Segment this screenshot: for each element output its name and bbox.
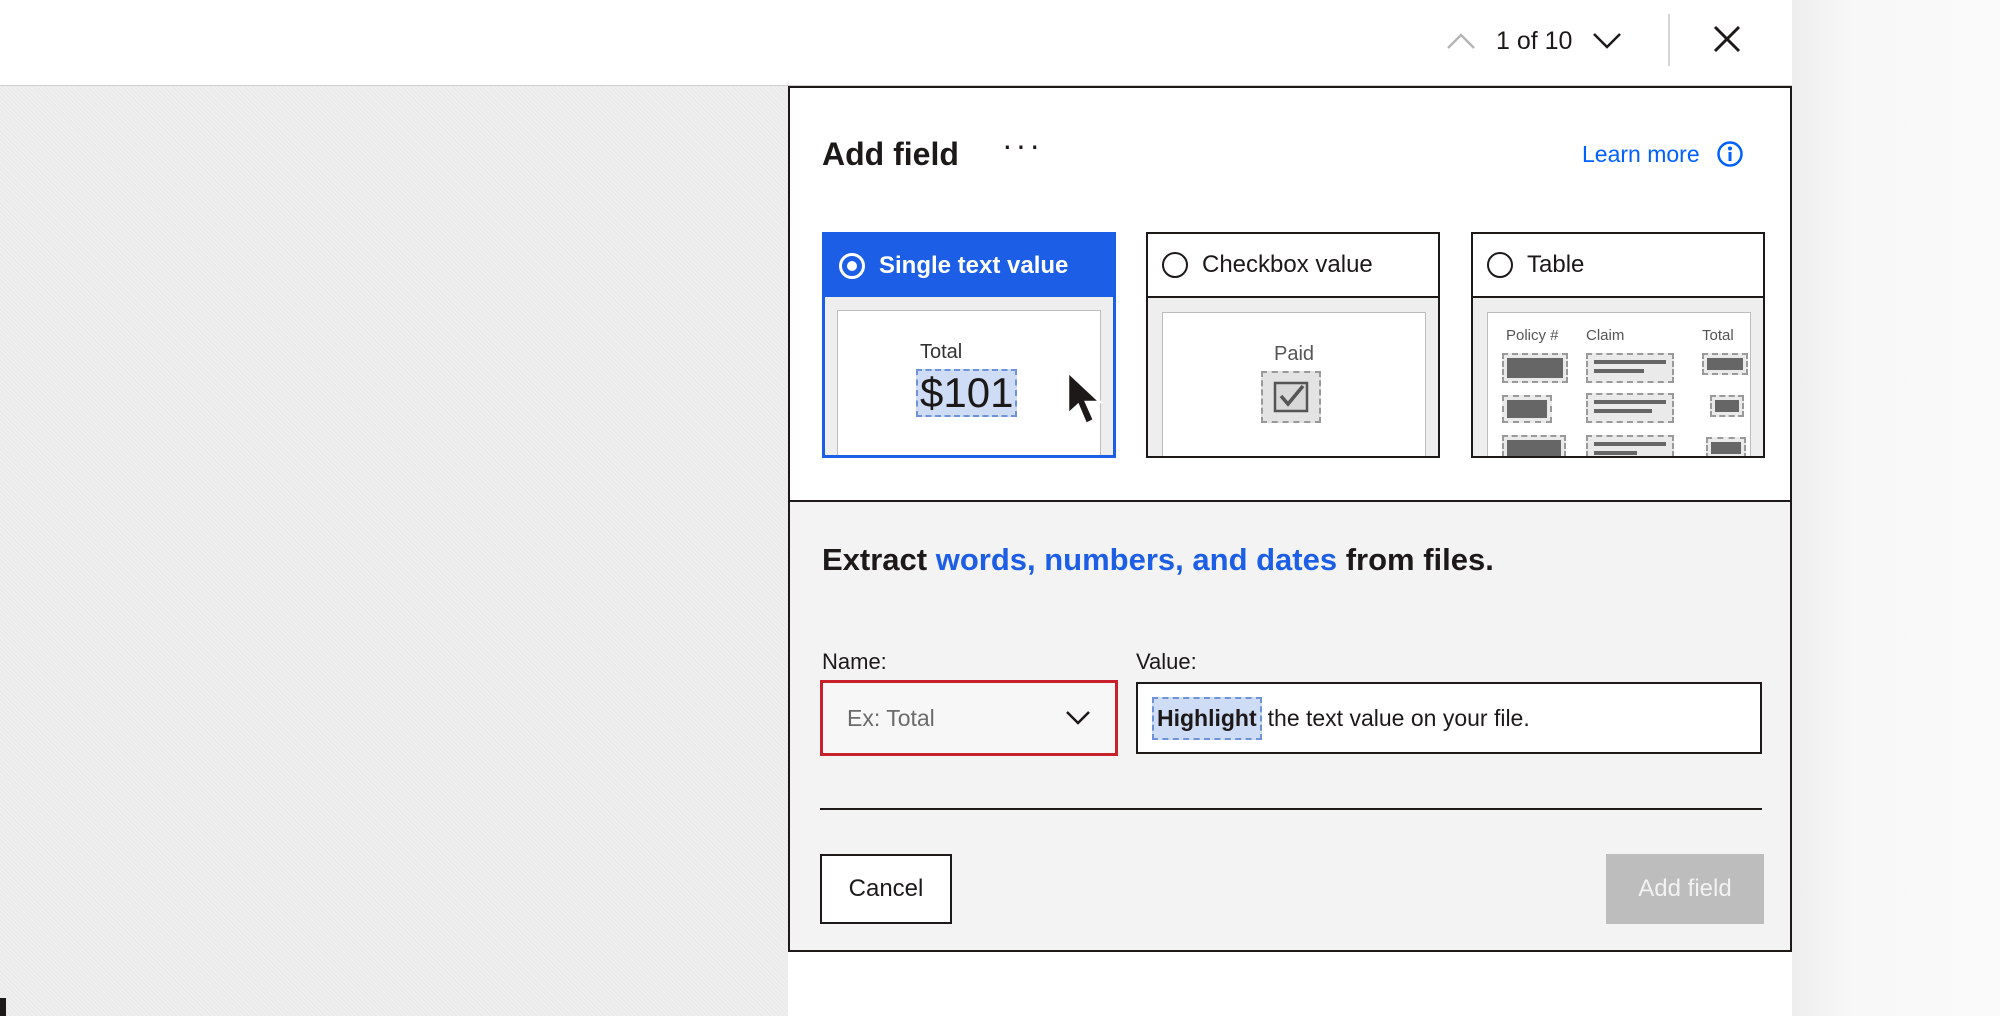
table-cell: [1502, 395, 1552, 423]
headline-accent: words, numbers, and dates: [935, 542, 1338, 577]
value-highlight-chip: Highlight: [1152, 696, 1262, 740]
canvas-marker: [0, 998, 6, 1016]
panel-title: Add field: [822, 136, 959, 172]
radio-unselected-icon: [1487, 252, 1513, 278]
add-field-button[interactable]: Add field: [1606, 854, 1764, 924]
checkbox-preview: Paid: [1162, 312, 1426, 456]
pager: 1 of 10: [1440, 20, 1628, 62]
name-placeholder: Ex: Total: [847, 704, 935, 731]
mouse-cursor-icon: [1066, 370, 1104, 426]
name-dropdown[interactable]: Ex: Total: [820, 680, 1118, 756]
table-preview: Policy # Claim Total: [1487, 312, 1751, 456]
table-cell: [1710, 395, 1744, 417]
learn-more-link[interactable]: Learn more: [1582, 140, 1744, 168]
close-icon[interactable]: [1706, 18, 1748, 60]
preview-label-total: Total: [920, 341, 963, 363]
panel-footer-space: [788, 952, 1792, 1016]
right-gutter: [1792, 0, 2000, 1016]
single-text-preview: Total $101: [837, 310, 1101, 455]
more-options-icon[interactable]: ···: [1002, 129, 1043, 161]
radio-unselected-icon: [1162, 252, 1188, 278]
field-type-section: Add field ··· Learn more Single text val…: [790, 88, 1790, 502]
table-cell: [1586, 435, 1674, 456]
preview-value-highlight: $101: [916, 369, 1018, 417]
option-label: Single text value: [879, 252, 1069, 279]
option-label: Table: [1527, 251, 1585, 278]
option-single-text-header: Single text value: [825, 235, 1113, 297]
learn-more-label: Learn more: [1582, 140, 1700, 167]
preview-label-paid: Paid: [1273, 343, 1315, 365]
headline-text-end: from files.: [1337, 542, 1494, 577]
document-canvas[interactable]: [0, 86, 788, 1016]
table-cell: [1586, 353, 1674, 383]
option-checkbox-value[interactable]: Checkbox value Paid: [1146, 232, 1440, 458]
add-field-panel: Add field ··· Learn more Single text val…: [788, 86, 1792, 952]
table-header-policy: Policy #: [1506, 327, 1559, 344]
table-cell: [1706, 437, 1746, 456]
value-label: Value:: [1136, 649, 1197, 674]
table-cell: [1586, 393, 1674, 423]
radio-selected-icon: [839, 253, 865, 279]
pager-count: 1 of 10: [1496, 26, 1573, 55]
value-field[interactable]: Highlight the text value on your file.: [1136, 682, 1762, 754]
option-table-header: Table: [1473, 234, 1763, 298]
headline-text: Extract: [822, 542, 936, 577]
table-header-total: Total: [1702, 327, 1734, 344]
table-cell: [1502, 353, 1568, 383]
name-label: Name:: [822, 649, 887, 674]
value-hint: the text value on your file.: [1267, 704, 1530, 731]
option-table[interactable]: Table Policy # Claim Total: [1471, 232, 1765, 458]
info-icon: [1716, 141, 1743, 167]
table-cell: [1502, 435, 1566, 456]
next-chevron-down-icon[interactable]: [1586, 20, 1628, 62]
previous-chevron-up-icon[interactable]: [1440, 20, 1482, 62]
toolbar-divider: [1668, 14, 1670, 66]
option-label: Checkbox value: [1202, 251, 1373, 278]
form-divider: [820, 808, 1762, 810]
option-checkbox-header: Checkbox value: [1148, 234, 1438, 298]
field-form-section: Extract words, numbers, and dates from f…: [790, 502, 1790, 950]
chevron-down-icon: [1066, 711, 1090, 725]
table-header-claim: Claim: [1586, 327, 1625, 344]
table-cell: [1702, 353, 1748, 375]
checkbox-checked-icon: [1261, 371, 1321, 423]
extract-headline: Extract words, numbers, and dates from f…: [822, 542, 1494, 578]
cancel-button[interactable]: Cancel: [820, 854, 952, 924]
